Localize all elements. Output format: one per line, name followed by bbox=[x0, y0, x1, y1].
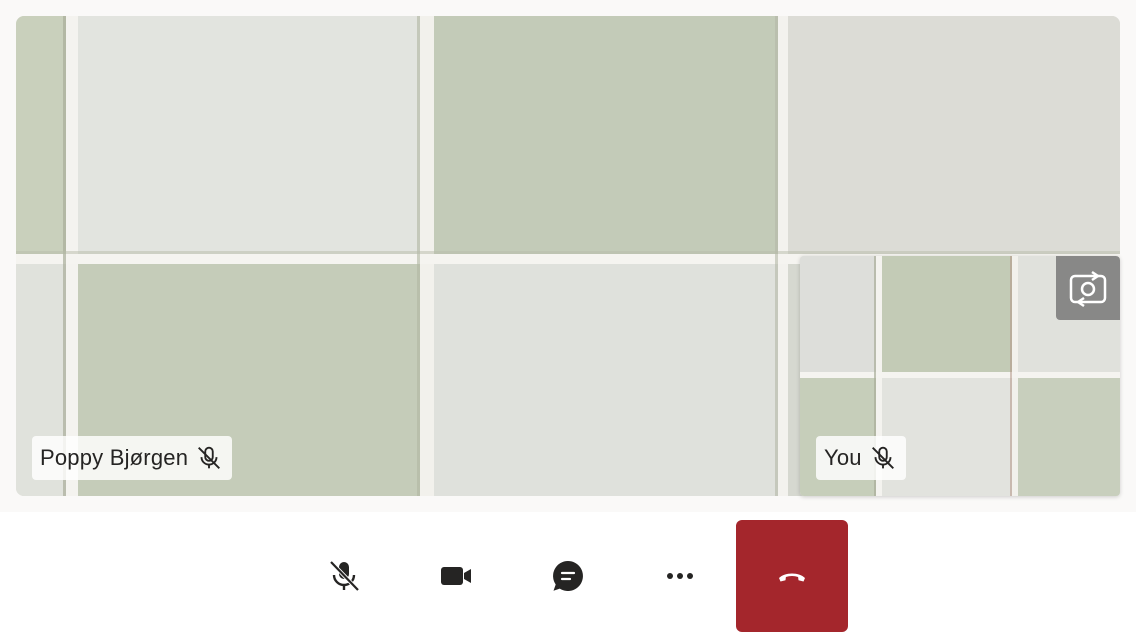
hang-up-icon bbox=[774, 558, 810, 594]
remote-participant-name: Poppy Bjørgen bbox=[40, 445, 189, 470]
video-camera-icon bbox=[438, 558, 474, 594]
remote-name-tag: Poppy Bjørgen bbox=[32, 436, 233, 480]
chat-icon bbox=[550, 558, 586, 594]
end-call-button[interactable] bbox=[736, 520, 848, 632]
mic-off-icon bbox=[868, 443, 898, 473]
local-video-preview: You bbox=[800, 256, 1120, 496]
more-options-icon bbox=[662, 558, 698, 594]
chat-button[interactable] bbox=[512, 520, 624, 632]
mic-off-icon bbox=[194, 443, 224, 473]
local-participant-name: You bbox=[824, 445, 862, 470]
switch-camera-button[interactable] bbox=[1056, 256, 1120, 320]
local-name-tag: You bbox=[816, 436, 906, 480]
toggle-microphone-button[interactable] bbox=[288, 520, 400, 632]
switch-camera-icon bbox=[1066, 266, 1110, 310]
mic-off-icon bbox=[326, 558, 362, 594]
call-stage: Poppy Bjørgen You bbox=[0, 0, 1136, 512]
toggle-camera-button[interactable] bbox=[400, 520, 512, 632]
call-controls-bar bbox=[0, 512, 1136, 640]
more-options-button[interactable] bbox=[624, 520, 736, 632]
